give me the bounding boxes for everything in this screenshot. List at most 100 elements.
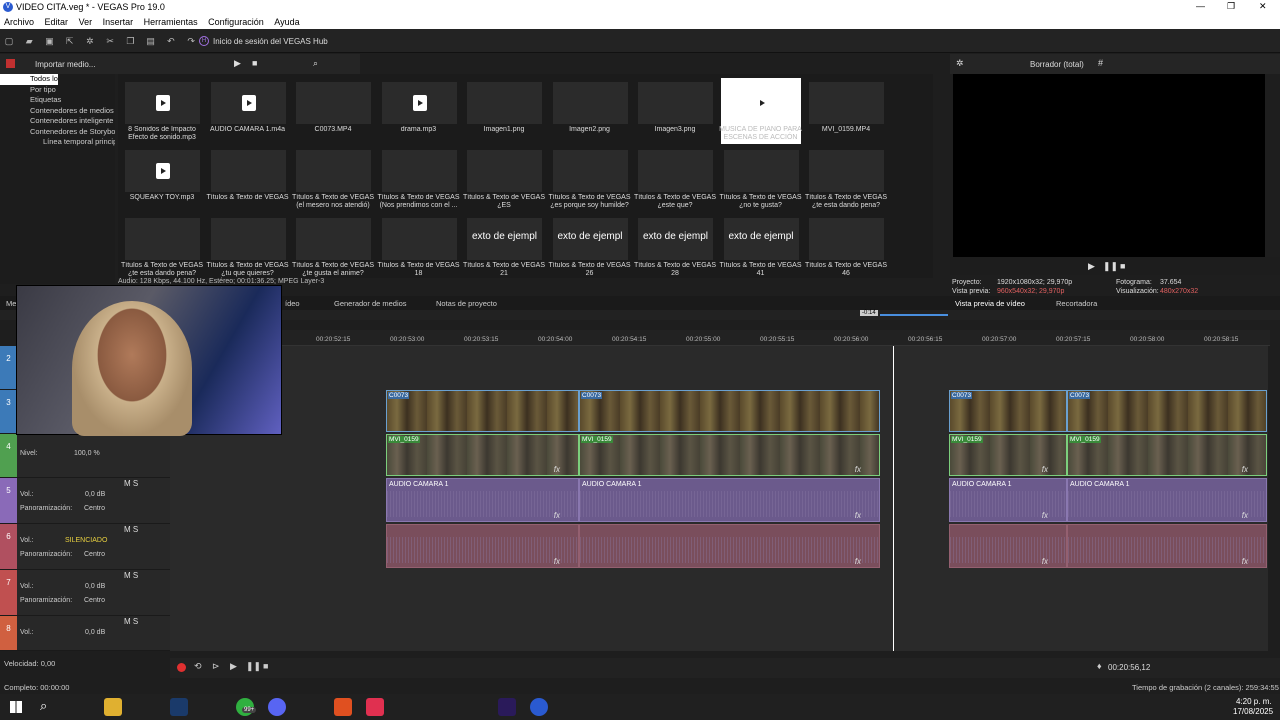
minimize-button[interactable]: — [1196,1,1205,11]
media-item[interactable]: drama.mp3 [379,78,459,144]
tab-video-fx[interactable]: ídeo [285,299,300,308]
copy-icon[interactable]: ❐ [125,36,135,46]
tab-project-notes[interactable]: Notas de proyecto [436,299,497,308]
fx-icon[interactable]: fx [554,511,560,520]
clip-mvi0159[interactable]: MVI_0159 fx [386,434,579,476]
play-from-start-icon[interactable]: ⊳ [212,661,220,672]
clip-audio-camara[interactable]: AUDIO CAMARA 1 fx [579,478,880,522]
media-item[interactable]: Imagen3.png [635,78,715,144]
clip-audio-camara[interactable]: AUDIO CAMARA 1 fx [1067,478,1267,522]
play-icon[interactable]: ▶ [230,661,237,672]
music-app-icon[interactable] [366,698,384,716]
tree-tags[interactable]: Etiquetas [0,95,115,106]
fx-icon[interactable]: fx [1242,511,1248,520]
media-item[interactable]: Títulos & Texto de VEGAS (el mesero nos … [292,146,374,212]
hub-icon[interactable]: H [199,36,209,46]
media-item[interactable]: Títulos & Texto de VEGAS 18 [378,214,459,278]
media-item[interactable]: Títulos & Texto de VEGAS (Nos prendimos … [378,146,459,212]
pause-icon[interactable]: ❚❚ [246,661,261,672]
brave-app-icon[interactable] [334,698,352,716]
menu-insertar[interactable]: Insertar [103,17,134,27]
media-item[interactable]: Títulos & Texto de VEGAS ¿es porque soy … [549,146,630,212]
stop-icon[interactable]: ■ [263,661,268,671]
media-item[interactable]: exto de ejempl Títulos & Texto de VEGAS 2… [634,214,716,278]
preview-settings-icon[interactable]: ✲ [956,58,964,69]
media-item[interactable]: exto de ejempl Títulos & Texto de VEGAS 2… [463,214,545,278]
clip-c0073[interactable]: C0073 [949,390,1067,432]
fx-icon[interactable]: fx [1242,557,1248,566]
restore-button[interactable]: ❐ [1227,1,1235,12]
timeline-tracks[interactable]: C0073 MVI_0159 fx AUDIO CAMARA 1 fx fx C0073 MV… [170,346,1268,651]
media-item[interactable]: Títulos & Texto de VEGAS ¿te esta dando … [805,146,887,212]
undo-icon[interactable]: ↶ [166,36,176,46]
open-icon[interactable]: ▰ [24,36,34,46]
menu-ver[interactable]: Ver [79,17,93,27]
steam-app-icon[interactable] [170,698,188,716]
media-item[interactable]: Títulos & Texto de VEGAS ¿ES [463,146,545,212]
search-icon[interactable]: ⌕ [313,58,318,69]
track-header-5[interactable]: 5 Vol.: 0,0 dB M S Panoramización: Centro [0,478,170,524]
clip-audio-muted[interactable]: fx [386,524,579,568]
preview-play-icon[interactable]: ▶ [1088,261,1095,272]
tree-all-media[interactable]: Todos los medios [0,74,58,85]
media-item[interactable]: Imagen2.png [550,78,630,144]
discord-app-icon[interactable] [268,698,286,716]
fx-icon[interactable]: fx [554,465,560,474]
menu-herramientas[interactable]: Herramientas [144,17,198,27]
media-item[interactable]: SQUEAKY TOY.mp3 [122,146,202,212]
settings-icon[interactable]: ✲ [85,36,95,46]
fx-icon[interactable]: fx [855,557,861,566]
tab-video-preview[interactable]: Vista previa de vídeo [955,299,1025,308]
media-item[interactable]: Imagen1.png [464,78,544,144]
media-item[interactable]: Títulos & Texto de VEGAS ¿no te gusta? [720,146,801,212]
fx-icon[interactable]: fx [1042,465,1048,474]
media-item[interactable]: Títulos & Texto de VEGAS ¿este que? [634,146,716,212]
clip-audio-muted[interactable]: fx [579,524,880,568]
tree-smart-bins[interactable]: Contenedores inteligente [0,116,115,127]
fx-icon[interactable]: fx [855,511,861,520]
tree-bins[interactable]: Contenedores de medios [0,106,115,117]
new-file-icon[interactable]: ▢ [4,36,14,46]
menu-editar[interactable]: Editar [45,17,69,27]
media-item[interactable]: Títulos & Texto de VEGAS ¿te esta dando … [121,214,203,278]
hub-login[interactable]: Inicio de sesión del VEGAS Hub [213,37,328,46]
menu-configuracion[interactable]: Configuración [208,17,264,27]
paste-icon[interactable]: ▤ [146,36,156,46]
tree-storyboard[interactable]: Contenedores de Storybo [0,127,115,138]
fx-icon[interactable]: fx [855,465,861,474]
windows-start-icon[interactable] [10,701,22,713]
tab-media-generator[interactable]: Generador de medios [334,299,407,308]
redo-icon[interactable]: ↷ [186,36,196,46]
media-item[interactable]: Títulos & Texto de VEGAS ¿tu que quieres… [207,214,288,278]
preview-quality-select[interactable]: Borrador (total) [1030,60,1084,69]
media-item[interactable]: exto de ejempl Títulos & Texto de VEGAS 4… [720,214,801,278]
import-icon[interactable] [6,59,15,68]
media-item[interactable]: exto de ejempl Títulos & Texto de VEGAS 2… [549,214,630,278]
media-item[interactable]: Títulos & Texto de VEGAS 46 [805,214,887,278]
clip-audio-camara[interactable]: AUDIO CAMARA 1 fx [386,478,579,522]
track-header-8[interactable]: 8 Vol.: 0,0 dB M S [0,616,170,651]
record-icon[interactable] [177,663,186,672]
stop-icon[interactable]: ■ [252,58,257,68]
media-item[interactable]: C0073.MP4 [293,78,373,144]
clip-c0073[interactable]: C0073 [386,390,579,432]
fx-icon[interactable]: fx [1242,465,1248,474]
media-item[interactable]: AUDIO CAMARA 1.m4a [208,78,288,144]
tree-by-type[interactable]: Por tipo [0,85,115,96]
tab-trimmer[interactable]: Recortadora [1056,299,1097,308]
clip-audio-muted[interactable]: fx [1067,524,1267,568]
media-item[interactable]: MVI_0159.MP4 [806,78,886,144]
track-header-7[interactable]: 7 Vol.: 0,0 dB M S Panoramización: Centro [0,570,170,616]
track-header-6[interactable]: 6 Vol.: SILENCIADO M S Panoramización: Centro [0,524,170,570]
fx-icon[interactable]: fx [554,557,560,566]
media-item[interactable]: Títulos & Texto de VEGAS ¿te gusta el an… [292,214,374,278]
clip-mvi0159[interactable]: MVI_0159 fx [949,434,1067,476]
media-item[interactable]: Títulos & Texto de VEGAS [207,146,288,212]
mute-solo-buttons[interactable]: M S [124,571,138,580]
playhead[interactable] [893,346,894,651]
clip-audio-muted[interactable]: fx [949,524,1067,568]
tab-media[interactable]: Me [6,299,16,308]
clip-mvi0159[interactable]: MVI_0159 fx [1067,434,1267,476]
play-icon[interactable]: ▶ [234,58,241,69]
close-button[interactable]: ✕ [1259,1,1267,12]
